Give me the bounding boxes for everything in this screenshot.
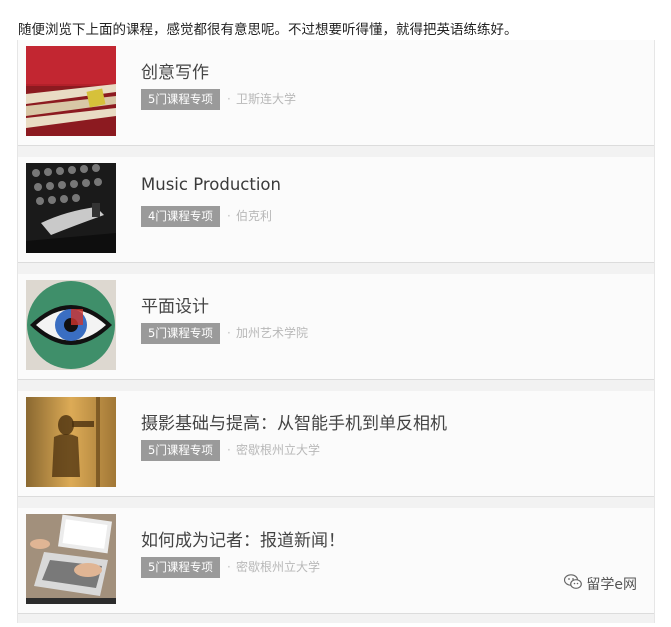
watermark-text: 留学e网 <box>586 577 637 593</box>
course-count-badge: 5门课程专项 <box>141 440 220 461</box>
separator-dot: · <box>227 560 231 574</box>
course-title[interactable]: Music Production <box>141 175 281 194</box>
course-title[interactable]: 如何成为记者：报道新闻！ <box>141 526 345 551</box>
separator-dot: · <box>227 326 231 340</box>
course-card[interactable]: 平面设计 5门课程专项 · 加州艺术学院 <box>18 274 654 380</box>
separator-dot: · <box>227 209 231 223</box>
mixing-console-image <box>26 163 116 253</box>
course-card[interactable]: 如何成为记者：报道新闻！ 5门课程专项 · 密歇根州立大学 <box>18 508 654 614</box>
course-card[interactable]: Music Production 4门课程专项 · 伯克利 <box>18 157 654 263</box>
laptop-typing-image <box>26 514 116 604</box>
eye-illustration-image <box>26 280 116 370</box>
course-title[interactable]: 平面设计 <box>141 292 209 317</box>
school-name: 密歇根州立大学 <box>236 443 321 457</box>
stacked-books-image <box>26 46 116 136</box>
course-count-badge: 5门课程专项 <box>141 557 220 578</box>
watermark: 留学e网 <box>564 574 637 594</box>
separator-dot: · <box>227 443 231 457</box>
course-title[interactable]: 摄影基础与提高：从智能手机到单反相机 <box>141 409 447 434</box>
course-card[interactable]: 摄影基础与提高：从智能手机到单反相机 5门课程专项 · 密歇根州立大学 <box>18 391 654 497</box>
school-name: 密歇根州立大学 <box>236 560 321 574</box>
course-list: 创意写作 5门课程专项 · 卫斯连大学 Music Production 4门课… <box>17 40 655 623</box>
course-count-badge: 5门课程专项 <box>141 323 220 344</box>
course-title[interactable]: 创意写作 <box>141 58 209 83</box>
course-count-badge: 4门课程专项 <box>141 206 220 227</box>
course-count-badge: 5门课程专项 <box>141 89 220 110</box>
separator-dot: · <box>227 92 231 106</box>
school-name: 伯克利 <box>236 209 273 223</box>
school-name: 加州艺术学院 <box>236 326 309 340</box>
school-name: 卫斯连大学 <box>236 92 297 106</box>
wechat-icon <box>564 574 583 594</box>
photographer-silhouette-image <box>26 397 116 487</box>
intro-text: 随便浏览下上面的课程，感觉都很有意思呢。不过想要听得懂，就得把英语练练好。 <box>18 22 518 38</box>
course-card[interactable]: 创意写作 5门课程专项 · 卫斯连大学 <box>18 40 654 146</box>
